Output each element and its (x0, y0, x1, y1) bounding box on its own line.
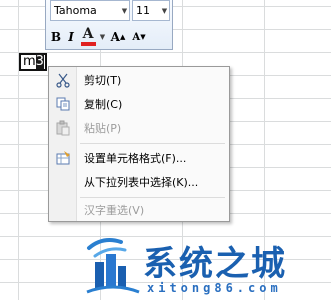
up-triangle-icon: ▲ (119, 33, 126, 41)
menu-item-label: 剪切(T) (84, 74, 122, 87)
site-watermark: 系统之城 xitong86.com (85, 232, 325, 300)
menu-separator (80, 197, 225, 198)
chevron-down-icon[interactable]: ▼ (120, 7, 129, 15)
mini-toolbar-buttons: B I A ▼ A ▲ A ▼ (50, 27, 151, 47)
shrink-font-letter: A (132, 31, 141, 43)
menu-item-format-cells[interactable]: 设置单元格格式(F)... (49, 147, 229, 169)
font-size-value: 11 (136, 4, 150, 17)
grow-font-letter: A (110, 30, 120, 44)
format-cells-icon (49, 147, 76, 169)
menu-item-cut[interactable]: 剪切(T) (49, 69, 229, 91)
cell-text-selection: 3 (35, 54, 44, 69)
chevron-down-icon[interactable]: ▼ (160, 7, 169, 15)
watermark-title: 系统之城 (143, 244, 287, 284)
font-color-button[interactable]: A (80, 26, 96, 46)
cell-text-prefix: m (23, 54, 36, 69)
scissors-icon (49, 69, 76, 91)
italic-button[interactable]: I (65, 28, 77, 46)
mini-format-toolbar: Tahoma ▼ 11 ▼ B I A ▼ A ▲ A ▼ (45, 0, 173, 50)
font-name-value: Tahoma (54, 4, 97, 17)
menu-item-label: 粘贴(P) (84, 122, 122, 135)
menu-item-pick-from-list[interactable]: 从下拉列表中选择(K)... (49, 171, 229, 193)
shrink-font-button[interactable]: A ▼ (130, 28, 148, 46)
font-color-swatch (80, 42, 96, 46)
active-cell-editor[interactable]: m3 (19, 53, 47, 71)
font-name-combobox[interactable]: Tahoma ▼ (50, 0, 130, 21)
menu-item-label: 汉字重选(V) (84, 204, 145, 217)
font-color-dropdown-icon[interactable]: ▼ (99, 28, 106, 46)
bold-button[interactable]: B (50, 28, 62, 46)
paste-icon (49, 117, 76, 139)
watermark-url: xitong86.com (147, 281, 282, 295)
menu-item-hanzi-reconvert[interactable]: 汉字重选(V) (49, 199, 229, 221)
city-logo-icon (86, 238, 140, 294)
menu-separator (80, 143, 225, 144)
menu-item-label: 从下拉列表中选择(K)... (84, 176, 199, 189)
menu-item-label: 复制(C) (84, 98, 123, 111)
down-triangle-icon: ▼ (140, 33, 146, 41)
font-color-letter: A (82, 26, 94, 42)
menu-item-copy[interactable]: 复制(C) (49, 93, 229, 115)
menu-item-paste[interactable]: 粘贴(P) (49, 117, 229, 139)
font-size-combobox[interactable]: 11 ▼ (132, 0, 170, 21)
grow-font-button[interactable]: A ▲ (109, 28, 127, 46)
context-menu: 剪切(T) 复制(C) 粘贴(P) 设置单元格格式(F)... 从下拉列表中选择… (48, 66, 230, 222)
menu-item-label: 设置单元格格式(F)... (84, 152, 187, 165)
copy-icon (49, 93, 76, 115)
